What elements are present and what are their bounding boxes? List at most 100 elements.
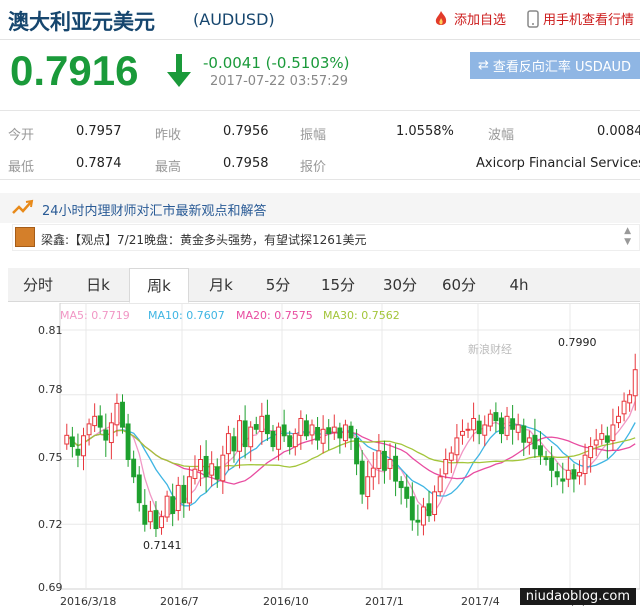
candle-body [298, 417, 304, 436]
volatility-label: 波幅 [488, 128, 515, 143]
candle-body [632, 369, 638, 397]
tab-4[interactable]: 月k [191, 268, 251, 302]
candle-body [393, 455, 399, 482]
candle-body [92, 415, 98, 427]
tab-9[interactable]: 4h [489, 268, 549, 302]
mobile-view-link[interactable]: 用手机查看行情 [527, 9, 634, 28]
candle-body [420, 506, 426, 526]
page-title: 澳大利亚元美元 [8, 10, 155, 34]
candle-body [220, 454, 226, 482]
candle-body [270, 430, 276, 448]
candle-body [526, 437, 532, 443]
candle-body [264, 414, 270, 435]
currency-code: (AUDUSD) [193, 10, 275, 29]
x-tick-label: 2017/4 [461, 595, 500, 607]
kline-chart-svg [59, 303, 640, 590]
high-label: 最高 [155, 160, 182, 175]
candle-body [532, 434, 538, 450]
candle-body [214, 466, 220, 480]
candle-body [170, 496, 176, 514]
candle-body [303, 420, 309, 437]
x-tick-label: 2016/10 [263, 595, 309, 607]
candle-body [426, 503, 432, 517]
candle-body [437, 476, 443, 493]
news-ticker-item[interactable]: 梁鑫:【观点】7/21晚盘：黄金多头强势，有望试探1261美元 ▲ ▼ [12, 224, 640, 251]
candle-body [565, 469, 571, 480]
candle-body [476, 420, 482, 435]
candle-body [114, 402, 120, 426]
candle-body [448, 452, 454, 461]
candle-body [376, 450, 382, 469]
advisor-news-header[interactable]: 24小时内理财师对汇市最新观点和解答 [0, 193, 640, 223]
candle-body [604, 435, 610, 443]
candle-body [621, 400, 627, 415]
candle-body [504, 415, 510, 436]
candle-body [320, 428, 326, 444]
candle-body [259, 415, 265, 433]
candle-body [381, 450, 387, 471]
candle-body [248, 426, 254, 448]
candle-body [577, 471, 582, 477]
tab-5[interactable]: 5分 [248, 268, 308, 302]
ticker-scroll-icon[interactable]: ▲ ▼ [624, 226, 631, 248]
candle-body [387, 459, 393, 469]
y-tick-label: 0.81 [38, 324, 63, 337]
amplitude-value: 1.0558% [396, 124, 454, 139]
tab-7[interactable]: 30分 [370, 268, 430, 302]
candle-body [198, 459, 203, 472]
candle-body [331, 426, 337, 433]
candle-body [627, 394, 633, 404]
quote-stats: 今开 0.7957 昨收 0.7956 振幅 1.0558% 波幅 0.0084… [0, 110, 640, 180]
tab-8[interactable]: 60分 [429, 268, 489, 302]
candle-body [131, 458, 137, 478]
candle-body [136, 474, 142, 504]
y-tick-label: 0.75 [38, 451, 63, 464]
candle-body [225, 433, 231, 455]
candle-body [209, 463, 215, 476]
candle-body [203, 455, 209, 478]
ma10-legend: MA10: 0.7607 [148, 309, 225, 322]
min-price-annotation: 0.7141 [143, 539, 182, 552]
candle-body [253, 424, 259, 430]
tab-1[interactable]: 分时 [8, 268, 68, 302]
candle-body [242, 420, 248, 448]
candle-body [454, 437, 460, 456]
kline-chart: MA5: 0.7719 MA10: 0.7607 MA20: 0.7575 MA… [0, 303, 640, 607]
candle-body [186, 476, 192, 504]
chart-period-tabs: 分时 日k 周k 月k 5分 15分 30分 60分 4h [8, 268, 640, 303]
candle-body [571, 469, 577, 480]
candle-body [159, 516, 164, 529]
candle-body [237, 420, 242, 452]
tab-3[interactable]: 周k [129, 268, 189, 303]
candle-body [164, 495, 170, 518]
candle-body [593, 439, 599, 446]
mobile-phone-icon [527, 9, 539, 28]
reverse-rate-button[interactable]: ⇄ 查看反向汇率 USDAUD [470, 52, 640, 79]
stats-row: 最低 0.7874 最高 0.7958 报价 Axicorp Financial… [0, 151, 640, 181]
site-watermark: niudaoblog.com [519, 588, 636, 605]
add-favorite-button[interactable]: 添加自选 [432, 9, 506, 28]
candle-body [147, 510, 153, 523]
candle-body [616, 415, 621, 424]
candle-body [398, 480, 404, 489]
candle-body [582, 454, 588, 475]
candle-body [64, 434, 70, 445]
candle-body [292, 433, 298, 448]
x-tick-label: 2016/7 [160, 595, 199, 607]
prev-close-value: 0.7956 [223, 124, 269, 139]
y-tick-label: 0.78 [38, 383, 63, 396]
candle-body [142, 504, 148, 525]
candle-body [415, 519, 421, 523]
tab-6[interactable]: 15分 [308, 268, 368, 302]
swap-icon: ⇄ [478, 58, 489, 73]
reverse-rate-label: 查看反向汇率 USDAUD [492, 60, 632, 75]
candle-body [281, 424, 287, 437]
candle-body [460, 430, 465, 436]
prev-close-label: 昨收 [155, 128, 182, 143]
tab-2[interactable]: 日k [68, 268, 128, 302]
candle-body [499, 417, 504, 435]
x-tick-label: 2016/3/18 [60, 595, 117, 607]
fire-icon [435, 10, 447, 25]
candle-body [326, 427, 332, 435]
advisor-news-heading: 24小时内理财师对汇市最新观点和解答 [42, 204, 267, 219]
